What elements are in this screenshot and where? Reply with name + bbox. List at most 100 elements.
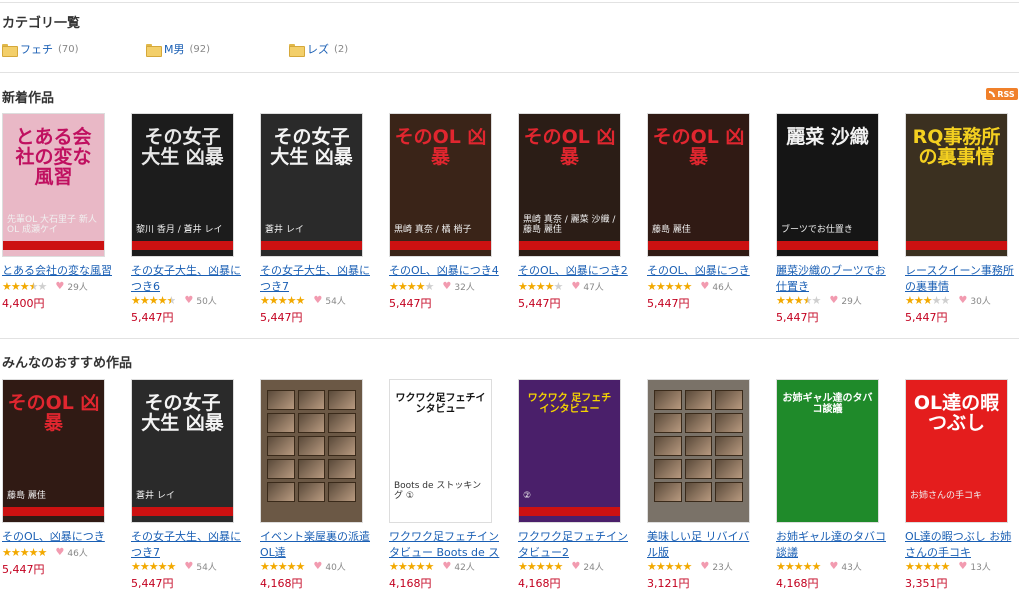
rss-button[interactable]: RSS	[986, 88, 1018, 100]
category-link[interactable]: フェチ	[20, 41, 53, 57]
product-cover-image[interactable]: そのOL 凶暴 藤島 麗佳	[2, 379, 105, 523]
product-title-link[interactable]: ワクワク足フェチインタビュー2	[518, 529, 630, 561]
product-cover-image[interactable]: そのOL 凶暴 黒崎 真奈 / 麗菜 沙織 / 藤島 麗佳	[518, 113, 621, 257]
star-icon: ★	[655, 560, 666, 573]
cover-thumbnail	[654, 482, 682, 502]
product-cover-image[interactable]: 麗菜 沙織 ブーツでお仕置き	[776, 113, 879, 257]
product-cover-image[interactable]: ワクワク足フェチインタビュー Boots de ストッキング ①	[389, 379, 492, 523]
product-cover-image[interactable]	[647, 379, 750, 523]
product-meta: ★★★★★ ♥ 29人	[2, 280, 88, 293]
divider	[0, 338, 1019, 339]
product-title-link[interactable]: その女子大生、凶暴につき7	[260, 263, 372, 295]
star-icon: ★	[19, 546, 30, 559]
star-icon: ★	[139, 294, 150, 307]
cover-thumbnail	[267, 459, 295, 479]
star-icon: ★	[526, 280, 537, 293]
star-icon: ★	[389, 560, 399, 573]
cover-banner-strip	[261, 241, 362, 250]
product-title-link[interactable]: OL達の暇つぶし お姉さんの手コキ	[905, 529, 1017, 561]
cover-thumbnail	[715, 459, 743, 479]
cover-title: 麗菜 沙織	[786, 126, 869, 148]
star-icon: ★	[913, 294, 924, 307]
folder-icon	[2, 43, 18, 57]
product-title-link[interactable]: レースクイーン事務所の裏事情	[905, 263, 1017, 295]
product-cover-image[interactable]: お姉ギャル達のタバコ談議	[776, 379, 879, 523]
product-meta: ★★★★★ ♥ 54人	[260, 294, 346, 307]
product-cover-image[interactable]: RQ事務所の裏事情	[905, 113, 1008, 257]
cover-subtitle: 黎川 香月 / 蒼井 レイ	[136, 225, 223, 236]
product-price: 4,168円	[518, 577, 561, 590]
product-cover-image[interactable]: ワクワク 足フェチ インタビュー ②	[518, 379, 621, 523]
rating-stars: ★★★★★	[260, 560, 305, 573]
product-title-link[interactable]: その女子大生、凶暴につき7	[131, 529, 243, 561]
category-link[interactable]: M男	[164, 41, 185, 57]
product-title-link[interactable]: その女子大生、凶暴につき6	[131, 263, 243, 295]
product-cover-image[interactable]: その女子大生 凶暴 蒼井 レイ	[131, 379, 234, 523]
star-icon: ★	[406, 280, 417, 293]
star-icon: ★	[940, 294, 951, 307]
star-icon: ★	[166, 560, 177, 573]
rating-stars: ★★★★★	[776, 560, 822, 573]
cover-subtitle: 蒼井 レイ	[265, 225, 304, 236]
product-meta: ★★★★★ ♥ 42人	[389, 560, 475, 573]
cover-thumbnail	[715, 413, 743, 433]
heart-icon: ♥	[313, 295, 323, 306]
cover-thumbnail	[267, 436, 295, 456]
star-icon: ★	[139, 560, 150, 573]
cover-subtitle: Boots de ストッキング ①	[394, 481, 482, 502]
likes-count: 13人	[970, 563, 991, 573]
cover-banner-strip	[519, 507, 620, 516]
product-title-link[interactable]: お姉ギャル達のタバコ談議	[776, 529, 888, 561]
cover-thumbnail	[328, 459, 356, 479]
category-item-lesbian[interactable]: レズ (2)	[289, 41, 348, 57]
star-icon: ★	[535, 280, 546, 293]
category-item-fetish[interactable]: フェチ (70)	[2, 41, 79, 57]
product-title-link[interactable]: 麗菜沙織のブーツでお仕置き	[776, 263, 888, 295]
star-icon: ★	[811, 560, 822, 573]
product-cover-image[interactable]: そのOL 凶暴 黒崎 真奈 / 橘 梢子	[389, 113, 492, 257]
cover-thumbnail	[267, 413, 295, 433]
star-icon: ★	[664, 560, 675, 573]
star-icon: ★	[397, 280, 408, 293]
product-cover-image[interactable]: OL達の暇つぶし お姉さんの手コキ	[905, 379, 1008, 523]
star-icon: ★	[157, 560, 168, 573]
product-title-link[interactable]: ワクワク足フェチインタビュー Boots de ストッキング	[389, 529, 501, 561]
product-cover-image[interactable]: その女子大生 凶暴 黎川 香月 / 蒼井 レイ	[131, 113, 234, 257]
star-icon: ★	[776, 294, 786, 307]
star-icon: ★	[37, 546, 48, 559]
product-cover-image[interactable]: その女子大生 凶暴 蒼井 レイ	[260, 113, 363, 257]
product-cover-image[interactable]: とある会社の変な風習 先輩OL 大石里子 新人OL 成瀬ケイ	[2, 113, 105, 257]
product-price: 3,121円	[647, 577, 690, 590]
cover-title: OL達の暇つぶし	[913, 392, 1000, 434]
cover-thumbnail	[684, 413, 713, 433]
product-cover-image[interactable]: そのOL 凶暴 藤島 麗佳	[647, 113, 750, 257]
cover-banner-strip	[648, 241, 749, 250]
product-meta: ★★★★★ ♥ 40人	[260, 560, 346, 573]
cover-banner-strip	[390, 241, 491, 250]
heart-icon: ♥	[184, 561, 194, 572]
likes-count: 29人	[841, 297, 862, 307]
rating-stars: ★★★★★	[647, 280, 692, 293]
star-icon: ★	[10, 280, 21, 293]
star-icon: ★	[148, 560, 159, 573]
category-item-m-otoko[interactable]: M男 (92)	[146, 41, 210, 57]
product-title-link[interactable]: イベント楽屋裏の派遣OL達	[260, 529, 372, 561]
star-icon: ★	[277, 294, 288, 307]
heart-icon: ♥	[184, 295, 194, 306]
heart-icon: ♥	[55, 547, 65, 558]
cover-thumbnail	[297, 459, 326, 479]
cover-title: とある会社の変な風習	[15, 126, 92, 188]
star-icon: ★	[286, 294, 297, 307]
rating-stars: ★★★★★	[260, 294, 305, 307]
cover-banner-strip	[906, 241, 1007, 250]
star-icon: ★	[913, 560, 924, 573]
star-icon: ★	[905, 560, 915, 573]
category-link[interactable]: レズ	[307, 41, 329, 57]
cover-thumbnail	[715, 482, 743, 502]
star-icon: ★	[655, 280, 666, 293]
heart-icon: ♥	[571, 561, 581, 572]
rating-stars: ★★★★★	[389, 560, 434, 573]
cover-thumbnail	[267, 390, 295, 410]
product-title-link[interactable]: 美味しい足 リバイバル版	[647, 529, 759, 561]
product-cover-image[interactable]	[260, 379, 363, 523]
